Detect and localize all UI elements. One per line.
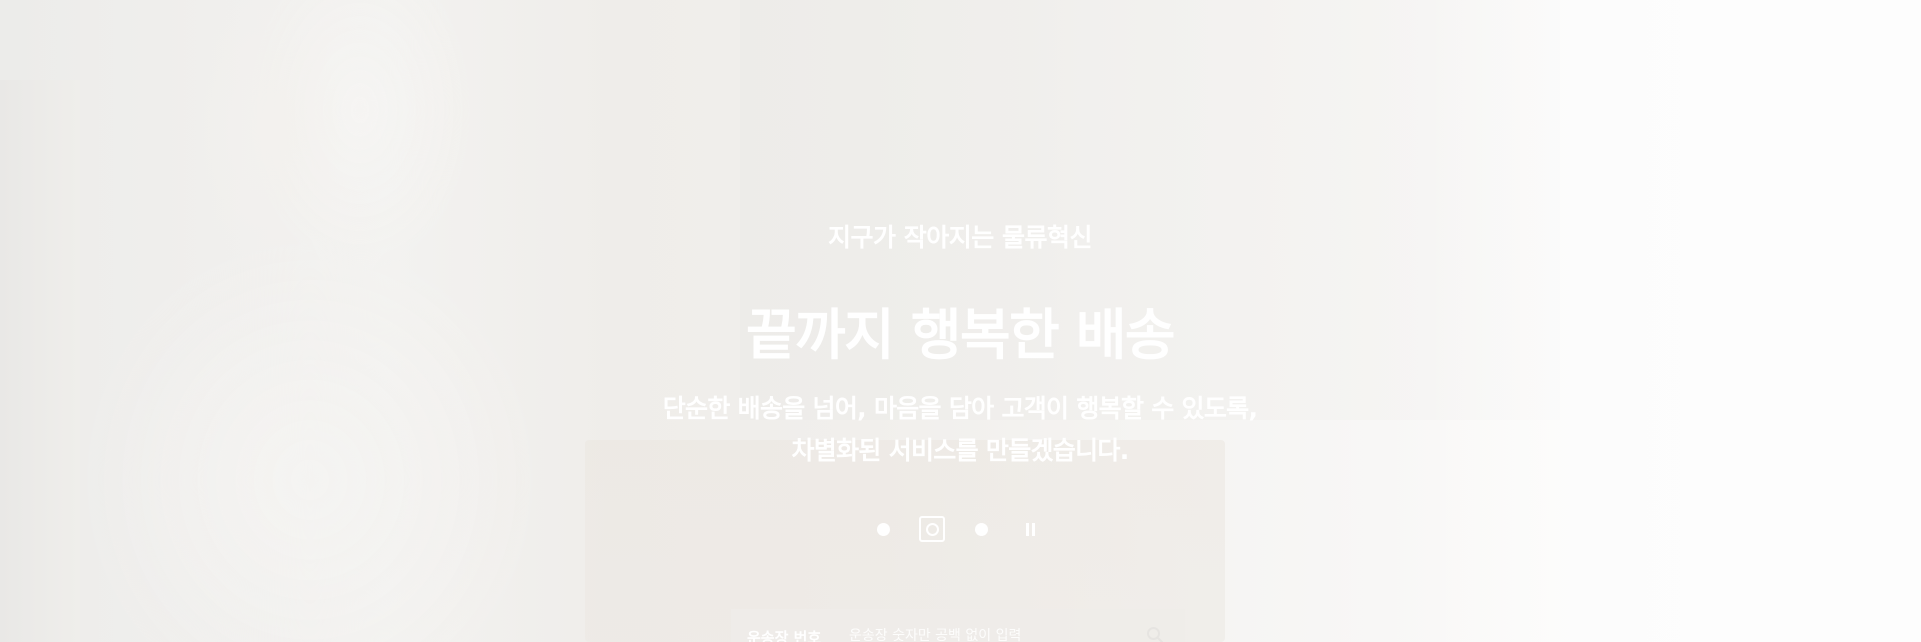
tracking-label: 운송장 번호	[747, 629, 822, 642]
tracking-number-input[interactable]	[847, 623, 1126, 642]
hero-headline: 끝까지 행복한 배송	[745, 303, 1176, 367]
pause-icon	[1024, 522, 1036, 536]
hero-description: 단순한 배송을 넘어, 마음을 담아 고객이 행복할 수 있도록, 차별화된 서…	[610, 388, 1310, 472]
search-button[interactable]	[1144, 624, 1166, 642]
slide-dot-2[interactable]	[919, 516, 945, 542]
hero-description-line: 단순한 배송을 넘어, 마음을 담아 고객이 행복할 수 있도록,	[662, 394, 1258, 423]
pause-button[interactable]	[1017, 516, 1043, 542]
hero-content: 지구가 작아지는 물류혁신 끝까지 행복한 배송 단순한 배송을 넘어, 마음을…	[0, 0, 1921, 642]
slide-pager	[870, 516, 1043, 542]
hero-description-line: 차별화된 서비스를 만들겠습니다.	[791, 436, 1129, 465]
slide-dot-3[interactable]	[968, 516, 994, 542]
hero-banner: 지구가 작아지는 물류혁신 끝까지 행복한 배송 단순한 배송을 넘어, 마음을…	[0, 0, 1921, 642]
tracking-search-box: 운송장 번호	[731, 609, 1185, 642]
search-icon	[1147, 627, 1163, 642]
slide-dot-1[interactable]	[870, 516, 896, 542]
hero-subtitle: 지구가 작아지는 물류혁신	[828, 223, 1092, 252]
